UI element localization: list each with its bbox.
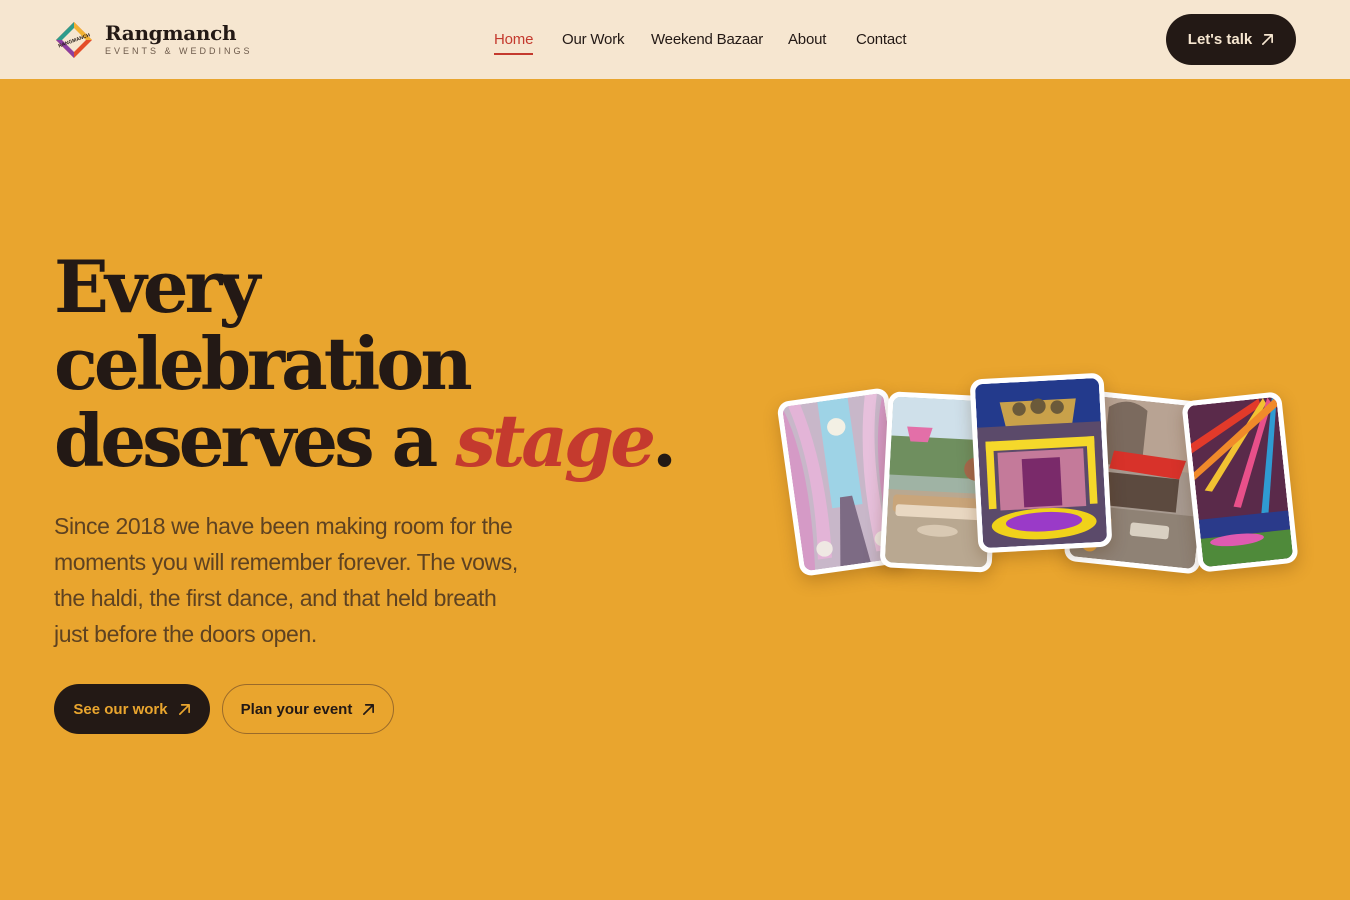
photo-marigold-mandap-stage[interactable] xyxy=(969,372,1113,554)
headline-accent-word: stage xyxy=(455,398,656,483)
arrow-up-right-icon xyxy=(178,703,190,715)
brand-name: Rangmanch xyxy=(105,21,237,45)
nav-item-contact[interactable]: Contact xyxy=(856,31,906,48)
headline-line-1: Every xyxy=(54,244,260,329)
nav-item-home[interactable]: Home xyxy=(494,31,534,55)
nav-item-our-work[interactable]: Our Work xyxy=(562,31,624,48)
headline-line-3-prefix: deserves a xyxy=(54,398,456,483)
lets-talk-button[interactable]: Let's talk xyxy=(1166,14,1296,65)
see-our-work-label: See our work xyxy=(73,700,168,718)
brand-logo[interactable]: RANGMANCH Rangmanch EVENTS & WEDDINGS xyxy=(54,18,250,62)
site-header: RANGMANCH Rangmanch EVENTS & WEDDINGS Ho… xyxy=(0,0,1350,79)
nav-item-about[interactable]: About xyxy=(788,31,826,48)
active-nav-underline xyxy=(494,53,534,55)
nav-item-label: Home xyxy=(494,31,534,48)
nav-item-weekend-bazaar[interactable]: Weekend Bazaar xyxy=(651,31,763,48)
plan-your-event-button[interactable]: Plan your event xyxy=(222,684,394,734)
brand-tagline: EVENTS & WEDDINGS xyxy=(105,46,253,56)
photo-colorful-streamers-tent[interactable] xyxy=(1181,391,1299,573)
event-photo-gallery xyxy=(760,360,1320,600)
plan-your-event-label: Plan your event xyxy=(240,700,353,718)
logo-mark-icon: RANGMANCH xyxy=(56,22,92,58)
arrow-up-right-icon xyxy=(1262,34,1274,45)
see-our-work-button[interactable]: See our work xyxy=(54,684,210,734)
headline-line-2: celebration xyxy=(54,321,473,406)
headline-line-3: deserves a stage. xyxy=(54,402,677,479)
arrow-up-right-icon xyxy=(363,703,375,715)
hero-headline: Every celebration deserves a stage. xyxy=(54,244,677,479)
hero-lede: Since 2018 we have been making room for … xyxy=(54,513,518,647)
lets-talk-label: Let's talk xyxy=(1187,31,1253,48)
headline-period: . xyxy=(652,398,677,483)
